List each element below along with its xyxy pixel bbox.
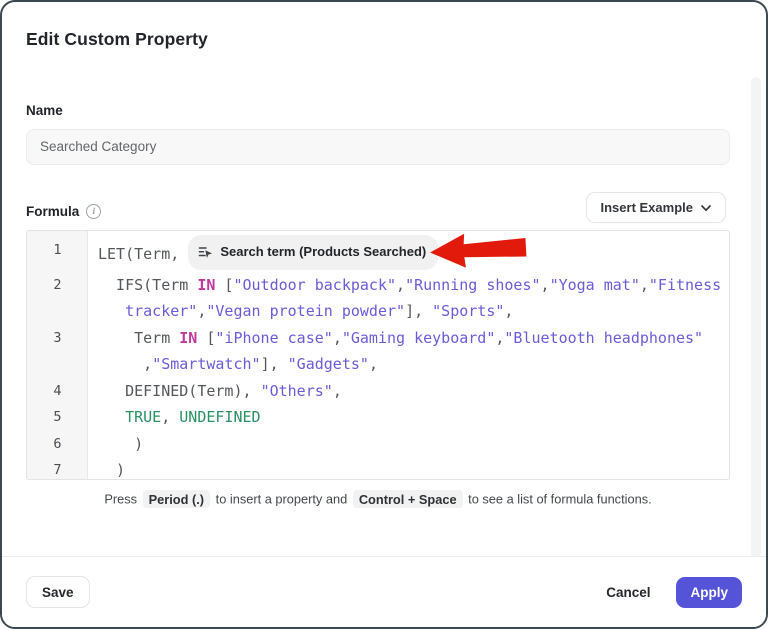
code-token xyxy=(98,302,125,320)
insert-example-button[interactable]: Insert Example xyxy=(586,192,727,223)
formula-line: 7 ) xyxy=(27,457,729,480)
name-label: Name xyxy=(26,103,63,118)
code-token: TRUE xyxy=(125,408,161,426)
insert-example-label: Insert Example xyxy=(601,200,694,215)
hint-press: Press xyxy=(104,492,137,507)
info-icon[interactable]: i xyxy=(86,204,101,219)
code-token: ) xyxy=(98,461,125,479)
line-number: 1 xyxy=(27,237,88,264)
code-cell: TRUE, UNDEFINED xyxy=(88,404,729,431)
code-cell: IFS(Term IN ["Outdoor backpack","Running… xyxy=(88,272,729,325)
formula-line: 4 DEFINED(Term), "Others", xyxy=(27,378,729,405)
code-token: , xyxy=(161,408,179,426)
line-number: 3 xyxy=(27,325,88,352)
code-token: IFS(Term xyxy=(98,276,197,294)
kbd-period: Period (.) xyxy=(143,490,210,508)
formula-line: 5 TRUE, UNDEFINED xyxy=(27,404,729,431)
code-token: , xyxy=(504,302,513,320)
code-token: IN xyxy=(197,276,215,294)
code-token: ], xyxy=(261,355,288,373)
code-row: ) xyxy=(98,431,729,458)
code-token: ], xyxy=(405,302,432,320)
code-token: "Vegan protein powder" xyxy=(206,302,405,320)
modal-footer: Save Cancel Apply xyxy=(2,556,766,627)
line-number: 5 xyxy=(27,404,88,431)
code-token: "Others" xyxy=(261,382,333,400)
code-cell: ) xyxy=(88,457,729,480)
formula-editor[interactable]: 1 LET(Term, Search term (Products Searche… xyxy=(26,230,730,480)
hint-middle: to insert a property and xyxy=(216,492,348,507)
code-cell: Term IN ["iPhone case","Gaming keyboard"… xyxy=(88,325,729,378)
keyboard-hint: Press Period (.) to insert a property an… xyxy=(26,490,730,508)
code-token: "Sports" xyxy=(432,302,504,320)
modal-title: Edit Custom Property xyxy=(26,29,208,50)
code-token: , xyxy=(333,329,342,347)
input-cursor-icon xyxy=(198,245,213,260)
code-token: "Fitness xyxy=(649,276,721,294)
formula-label: Formula xyxy=(26,204,79,219)
code-token: DEFINED(Term), xyxy=(98,382,261,400)
code-token: , xyxy=(640,276,649,294)
code-token xyxy=(98,408,125,426)
code-token: , xyxy=(98,355,152,373)
vertical-scrollbar[interactable] xyxy=(751,77,761,558)
code-token: , xyxy=(396,276,405,294)
save-button[interactable]: Save xyxy=(26,576,90,608)
code-token: "Running shoes" xyxy=(405,276,540,294)
formula-lines: 1 LET(Term, Search term (Products Searche… xyxy=(27,231,729,480)
code-token: "Smartwatch" xyxy=(152,355,260,373)
code-cell: ) xyxy=(88,431,729,458)
code-token: , xyxy=(438,245,456,263)
code-row: DEFINED(Term), "Others", xyxy=(98,378,729,405)
code-token: , xyxy=(333,382,342,400)
apply-button[interactable]: Apply xyxy=(676,577,742,608)
code-token: "Outdoor backpack" xyxy=(233,276,396,294)
line-number: 4 xyxy=(27,378,88,405)
code-token: "iPhone case" xyxy=(215,329,332,347)
code-token: , xyxy=(369,355,378,373)
formula-line: 3 Term IN ["iPhone case","Gaming keyboar… xyxy=(27,325,729,378)
property-chip[interactable]: Search term (Products Searched) xyxy=(188,235,438,270)
code-token: UNDEFINED xyxy=(179,408,260,426)
hint-suffix: to see a list of formula functions. xyxy=(468,492,652,507)
code-token: IN xyxy=(179,329,197,347)
line-number: 7 xyxy=(27,457,88,480)
kbd-control-space: Control + Space xyxy=(353,490,463,508)
code-token: "Gadgets" xyxy=(288,355,369,373)
code-token: tracker" xyxy=(125,302,197,320)
code-token: , xyxy=(541,276,550,294)
name-input[interactable]: Searched Category xyxy=(26,129,730,165)
code-token: ) xyxy=(98,435,143,453)
code-token: Term xyxy=(98,329,179,347)
edit-custom-property-modal: Edit Custom Property Name Searched Categ… xyxy=(0,0,768,629)
chevron-down-icon xyxy=(701,200,711,215)
code-token: LET(Term, xyxy=(98,245,188,263)
formula-label-row: Formula i xyxy=(26,204,101,219)
line-number: 6 xyxy=(27,431,88,458)
property-chip-label: Search term (Products Searched) xyxy=(220,239,426,266)
code-token: [ xyxy=(215,276,233,294)
code-row: Term IN ["iPhone case","Gaming keyboard"… xyxy=(98,325,729,352)
cancel-button[interactable]: Cancel xyxy=(606,585,650,600)
code-token: "Gaming keyboard" xyxy=(342,329,496,347)
code-row: IFS(Term IN ["Outdoor backpack","Running… xyxy=(98,272,729,299)
code-token: [ xyxy=(197,329,215,347)
code-row: ,"Smartwatch"], "Gadgets", xyxy=(98,351,729,378)
formula-line: 2 IFS(Term IN ["Outdoor backpack","Runni… xyxy=(27,272,729,325)
formula-line: 1 LET(Term, Search term (Products Searche… xyxy=(27,237,729,272)
code-row: TRUE, UNDEFINED xyxy=(98,404,729,431)
code-row: tracker", "Vegan protein powder"], "Sport… xyxy=(98,298,729,325)
code-token: "Bluetooth headphones" xyxy=(504,329,703,347)
code-row: LET(Term, Search term (Products Searched… xyxy=(98,237,729,272)
line-number: 2 xyxy=(27,272,88,299)
code-token: "Yoga mat" xyxy=(550,276,640,294)
formula-line: 6 ) xyxy=(27,431,729,458)
code-cell: DEFINED(Term), "Others", xyxy=(88,378,729,405)
code-row: ) xyxy=(98,457,729,480)
code-cell: LET(Term, Search term (Products Searched… xyxy=(88,237,729,272)
